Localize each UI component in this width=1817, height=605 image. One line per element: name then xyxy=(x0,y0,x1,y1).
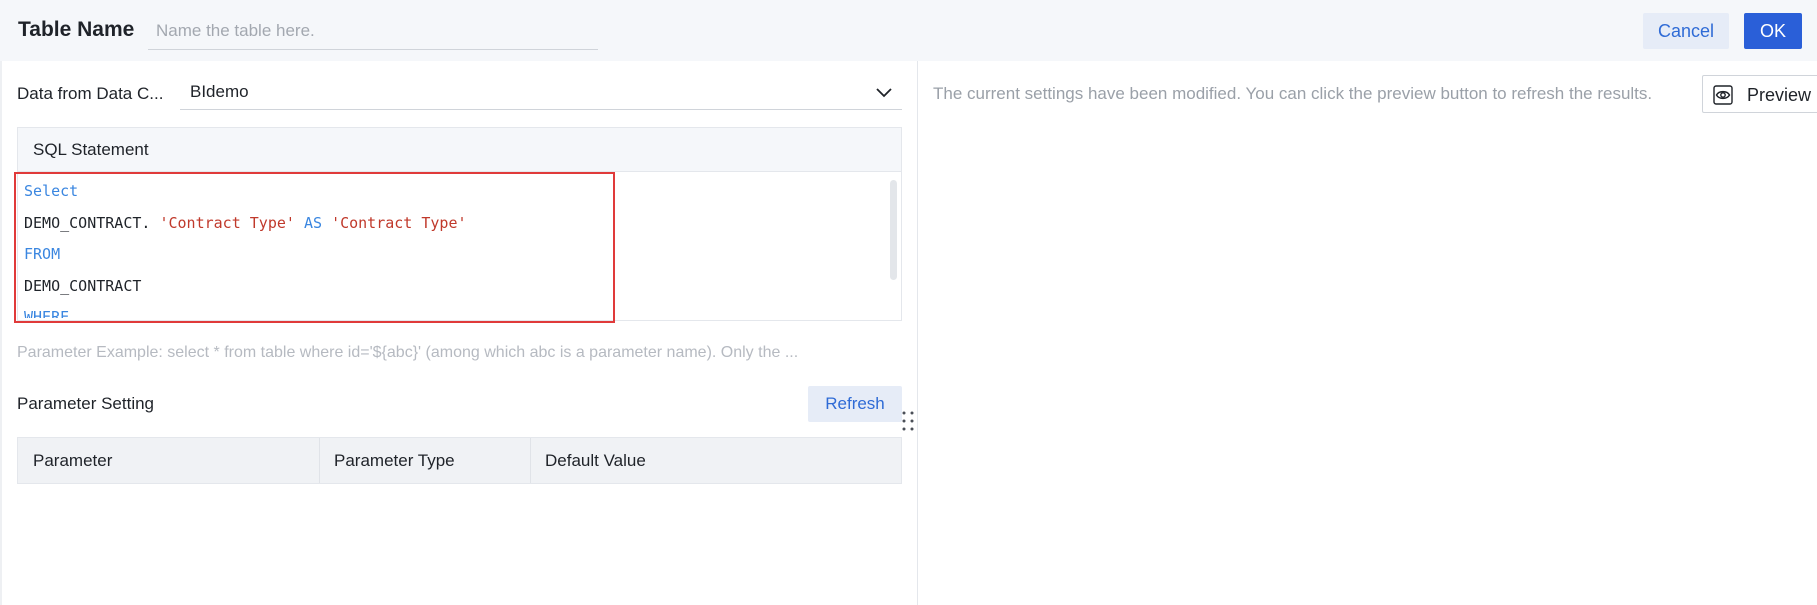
sql-code-line: Select xyxy=(24,176,884,208)
sql-keyword: Select xyxy=(24,182,79,200)
sql-code-area[interactable]: Select DEMO_CONTRACT. 'Contract Type' AS … xyxy=(24,176,884,318)
sql-keyword: FROM xyxy=(24,245,61,263)
sql-code-line: WHERE xyxy=(24,302,884,318)
eye-icon xyxy=(1713,85,1733,105)
sql-editor-title: SQL Statement xyxy=(33,140,149,159)
sql-scrollbar[interactable] xyxy=(890,180,897,280)
sql-identifier: DEMO_CONTRACT. xyxy=(24,213,160,232)
column-header-default-value: Default Value xyxy=(545,451,646,470)
sql-code-line: DEMO_CONTRACT. 'Contract Type' AS 'Contr… xyxy=(24,208,884,240)
data-source-select[interactable]: BIdemo xyxy=(180,74,902,110)
preview-message: The current settings have been modified.… xyxy=(933,84,1653,103)
column-header-parameter: Parameter xyxy=(33,451,113,470)
parameter-setting-label: Parameter Setting xyxy=(17,394,155,413)
sql-editor[interactable]: SQL Statement Select DEMO_CONTRACT. 'Cont… xyxy=(17,127,902,321)
left-edge xyxy=(0,61,2,605)
sql-keyword: AS xyxy=(303,213,323,232)
sql-identifier xyxy=(295,214,304,232)
sql-string: 'Contract Type' xyxy=(331,213,467,232)
preview-button-label: Preview xyxy=(1747,85,1812,105)
data-source-value: BIdemo xyxy=(190,82,249,101)
sql-string: 'Contract Type' xyxy=(159,213,295,232)
table-name-input[interactable] xyxy=(148,13,598,50)
sql-identifier: DEMO_CONTRACT xyxy=(24,276,142,295)
parameter-hint: Parameter Example: select * from table w… xyxy=(17,344,799,361)
table-name-label: Table Name xyxy=(18,18,135,41)
ok-button[interactable]: OK xyxy=(1744,13,1802,49)
data-source-label: Data from Data C... xyxy=(17,84,164,103)
sql-code-line: DEMO_CONTRACT xyxy=(24,271,884,303)
refresh-button[interactable]: Refresh xyxy=(808,386,902,422)
preview-button[interactable]: Preview xyxy=(1702,75,1817,113)
sql-identifier xyxy=(322,214,331,232)
panel-divider[interactable] xyxy=(917,61,918,605)
column-header-parameter-type: Parameter Type xyxy=(334,451,455,470)
sql-code-line: FROM xyxy=(24,239,884,271)
parameter-table-header: Parameter Parameter Type Default Value xyxy=(17,437,902,484)
chevron-down-icon xyxy=(876,88,892,98)
header-bar: Table Name Cancel OK xyxy=(0,0,1817,61)
cancel-button[interactable]: Cancel xyxy=(1643,13,1729,49)
sql-keyword: WHERE xyxy=(24,308,70,318)
sql-editor-header: SQL Statement xyxy=(18,128,901,172)
drag-handle-icon[interactable] xyxy=(901,410,915,432)
